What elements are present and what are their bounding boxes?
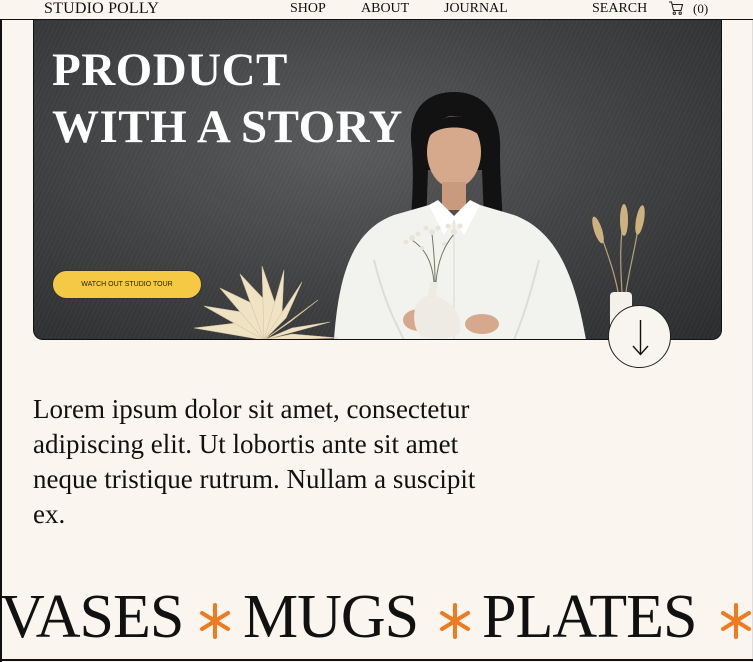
hero-banner: PRODUCT WITH A STORY WATCH OUT STUDIO TO… [33, 20, 722, 340]
arrow-down-icon [632, 320, 649, 356]
intro-paragraph: Lorem ipsum dolor sit amet, consectetur … [33, 394, 476, 529]
cart-icon[interactable] [668, 0, 684, 16]
ticker-item-vases[interactable]: VASES [0, 582, 184, 652]
hero-headline-line-2: WITH A STORY [52, 101, 403, 153]
asterisk-icon [200, 603, 230, 639]
nav-link-search[interactable]: SEARCH [592, 1, 647, 17]
ticker-item-mugs[interactable]: MUGS [243, 582, 419, 652]
category-ticker: VASES MUGS PLATES [0, 582, 753, 662]
brand-logo[interactable]: STUDIO POLLY [44, 0, 159, 18]
hero-headline: PRODUCT WITH A STORY [52, 42, 403, 156]
ticker-item-plates[interactable]: PLATES [482, 582, 697, 652]
hero-headline-line-1: PRODUCT [52, 44, 288, 96]
nav-link-shop[interactable]: SHOP [290, 1, 326, 17]
studio-tour-button[interactable]: WATCH OUT STUDIO TOUR [52, 270, 202, 299]
nav-link-journal[interactable]: JOURNAL [444, 1, 508, 17]
ticker-divider [0, 659, 753, 661]
asterisk-icon [721, 603, 751, 639]
top-nav: STUDIO POLLY SHOP ABOUT JOURNAL SEARCH (… [0, 0, 753, 20]
scroll-down-button[interactable] [608, 305, 671, 368]
asterisk-icon [440, 603, 470, 639]
cart-count[interactable]: (0) [693, 1, 708, 17]
nav-link-about[interactable]: ABOUT [361, 1, 409, 17]
